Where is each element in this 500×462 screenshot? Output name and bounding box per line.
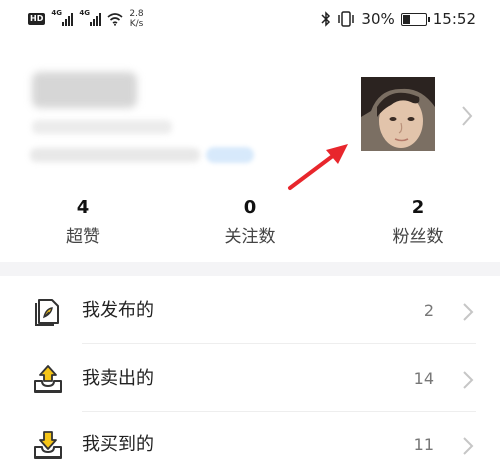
chevron-right-icon [463,371,474,389]
avatar[interactable] [361,77,435,151]
blurred-user-meta [30,148,200,162]
signal-icon: 4G [79,9,102,26]
vibrate-icon [338,11,355,27]
chevron-right-icon [463,437,474,455]
stat-value: 4 [76,197,90,218]
list-item-count: 2 [423,301,434,320]
chevron-right-icon[interactable] [459,104,475,128]
clock: 15:52 [432,10,476,28]
stat-value: 2 [411,197,425,218]
bluetooth-icon [321,11,331,27]
status-bar: HD 4G 4G 2.8 K/s 30% 15:52 [0,0,500,38]
list-item-label: 我卖出的 [82,368,154,389]
published-doc-icon [35,299,59,326]
bought-tray-down-icon [34,431,62,459]
row-divider [82,343,476,344]
list-item-label: 我发布的 [82,300,154,321]
battery-icon [400,12,430,26]
stat-followers[interactable]: 2 粉丝数 [358,196,478,250]
chevron-right-icon [463,303,474,321]
list-item-published[interactable]: 我发布的 2 [0,278,500,344]
list-item-count: 11 [413,435,434,454]
list-item-label: 我买到的 [82,434,154,455]
red-arrow-annotation [288,144,348,190]
status-left: HD 4G 4G 2.8 K/s [28,7,144,31]
stat-label: 粉丝数 [392,227,444,247]
stat-likes[interactable]: 4 超赞 [23,196,143,250]
sold-tray-up-icon [34,365,62,393]
signal-icon: 4G [51,9,74,26]
stats-row: 4 超赞 0 关注数 2 粉丝数 [0,196,500,260]
stat-label: 超赞 [66,227,100,247]
stat-value: 0 [243,197,257,218]
list-item-bought[interactable]: 我买到的 11 [0,412,500,462]
profile-header[interactable] [0,60,500,190]
blurred-user-info [32,120,172,134]
section-divider [0,262,500,276]
battery-percent: 30% [361,10,395,28]
status-right: 30% 15:52 [321,8,476,30]
stat-following[interactable]: 0 关注数 [190,196,310,250]
list-item-sold[interactable]: 我卖出的 14 [0,346,500,412]
list-item-count: 14 [413,369,434,388]
wifi-icon [107,13,123,26]
blurred-user-tag [206,147,254,163]
network-speed: 2.8 K/s [129,9,144,29]
stat-label: 关注数 [224,227,276,247]
hd-icon: HD [28,13,46,25]
blurred-username [32,72,137,108]
